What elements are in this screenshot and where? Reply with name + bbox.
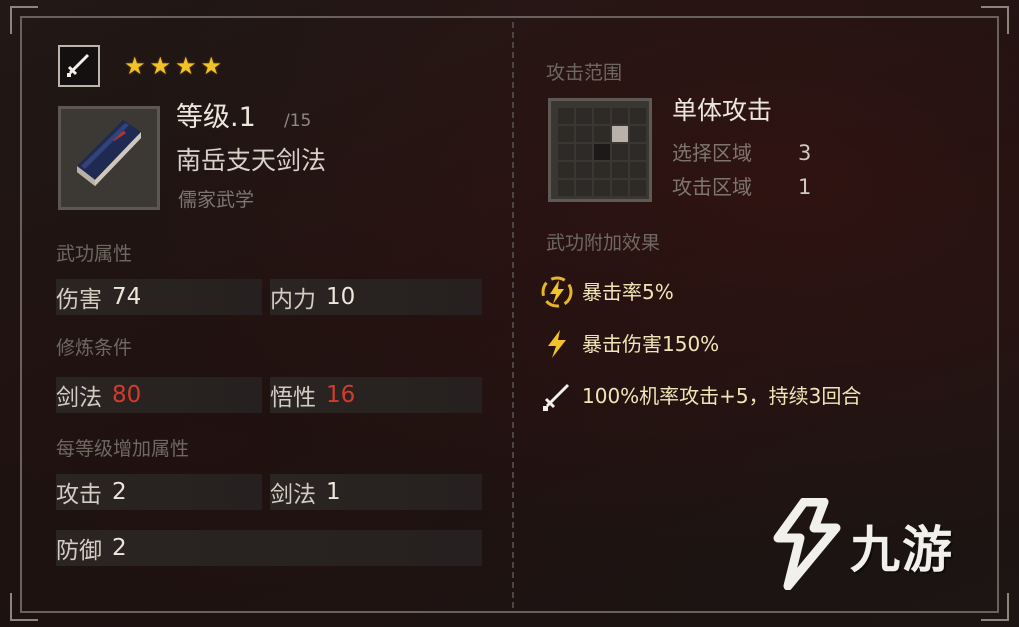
attribute-row: 伤害 74 [56, 279, 262, 315]
requirement-row: 悟性 16 [270, 377, 482, 413]
section-attributes-title: 武功属性 [56, 243, 133, 265]
effect-text: 暴击率5% [582, 280, 674, 304]
grid-cell [630, 126, 646, 142]
grid-cell [558, 126, 574, 142]
grid-cell [558, 108, 574, 124]
attribute-label: 伤害 [56, 287, 102, 313]
grid-cell [576, 180, 592, 196]
grid-cell-center [594, 144, 610, 160]
requirement-value: 80 [112, 382, 142, 408]
watermark-text: 九游 [850, 521, 954, 579]
per-level-value: 2 [112, 535, 127, 561]
skill-book-slot[interactable] [58, 106, 160, 210]
skill-level-max: /15 [284, 111, 312, 131]
grid-cell [630, 180, 646, 196]
effect-text: 暴击伤害150% [582, 332, 720, 356]
per-level-value: 2 [112, 479, 127, 505]
grid-cell [612, 144, 628, 160]
grid-cell [630, 108, 646, 124]
per-level-label: 防御 [56, 538, 102, 564]
effect-item: 100%机率攻击+5，持续3回合 [540, 379, 861, 413]
jiuyou-logo-icon [770, 497, 844, 594]
effect-item: 暴击率5% [540, 275, 674, 309]
rarity-stars: ★★★★ [124, 52, 226, 80]
grid-cell [576, 162, 592, 178]
attribute-row: 内力 10 [270, 279, 482, 315]
per-level-row: 防御 2 [56, 530, 482, 566]
select-area-value: 3 [798, 141, 812, 165]
frame-corner [981, 6, 1009, 34]
attack-area-label: 攻击区域 [672, 175, 752, 199]
effects-title: 武功附加效果 [546, 232, 661, 254]
per-level-row: 攻击 2 [56, 474, 262, 510]
grid-cell [630, 162, 646, 178]
attack-range-grid [548, 98, 652, 202]
grid-cell [612, 108, 628, 124]
per-level-value: 1 [326, 479, 341, 505]
grid-cell-target [612, 126, 628, 142]
sword-icon [64, 49, 94, 83]
grid-cell [558, 162, 574, 178]
grid-cell [558, 144, 574, 160]
star-icon: ★ [175, 52, 201, 80]
section-per-level-title: 每等级增加属性 [56, 438, 190, 460]
grid-cell [576, 144, 592, 160]
grid-cell [576, 126, 592, 142]
effect-item: 暴击伤害150% [540, 327, 719, 361]
star-icon: ★ [124, 52, 150, 80]
grid-cell [594, 162, 610, 178]
star-icon: ★ [149, 52, 176, 80]
skill-level: 等级.1 [176, 102, 256, 133]
panel-divider [512, 22, 514, 608]
attribute-label: 内力 [270, 287, 316, 313]
frame-corner [10, 6, 38, 34]
per-level-label: 攻击 [56, 482, 102, 508]
star-icon: ★ [200, 52, 227, 80]
attack-area-value: 1 [798, 175, 812, 199]
grid-cell [594, 180, 610, 196]
requirement-value: 16 [326, 382, 356, 408]
book-icon [67, 114, 151, 202]
requirement-row: 剑法 80 [56, 377, 262, 413]
effect-text: 100%机率攻击+5，持续3回合 [582, 384, 862, 408]
grid-cell [594, 108, 610, 124]
skill-school: 儒家武学 [178, 189, 255, 211]
section-requirements-title: 修炼条件 [56, 337, 133, 359]
attribute-value: 10 [326, 284, 356, 310]
per-level-row: 剑法 1 [270, 474, 482, 510]
skill-name: 南岳支天剑法 [176, 146, 327, 175]
attack-type: 单体攻击 [672, 96, 773, 125]
watermark-logo: 九游 [770, 497, 954, 594]
requirement-label: 悟性 [270, 385, 316, 411]
grid-cell [576, 108, 592, 124]
grid-cell [558, 180, 574, 196]
frame-corner [981, 593, 1009, 621]
lightning-icon [540, 327, 574, 361]
sword-icon [540, 379, 574, 413]
lightning-circle-icon [540, 275, 574, 309]
grid-cell [612, 180, 628, 196]
grid-cell [630, 144, 646, 160]
select-area-label: 选择区域 [672, 141, 752, 165]
weapon-type-badge [58, 45, 100, 87]
per-level-label: 剑法 [270, 482, 316, 508]
grid-cell [594, 126, 610, 142]
requirement-label: 剑法 [56, 385, 102, 411]
attribute-value: 74 [112, 284, 142, 310]
frame-corner [10, 593, 38, 621]
attack-range-title: 攻击范围 [546, 62, 623, 84]
grid-cell [612, 162, 628, 178]
